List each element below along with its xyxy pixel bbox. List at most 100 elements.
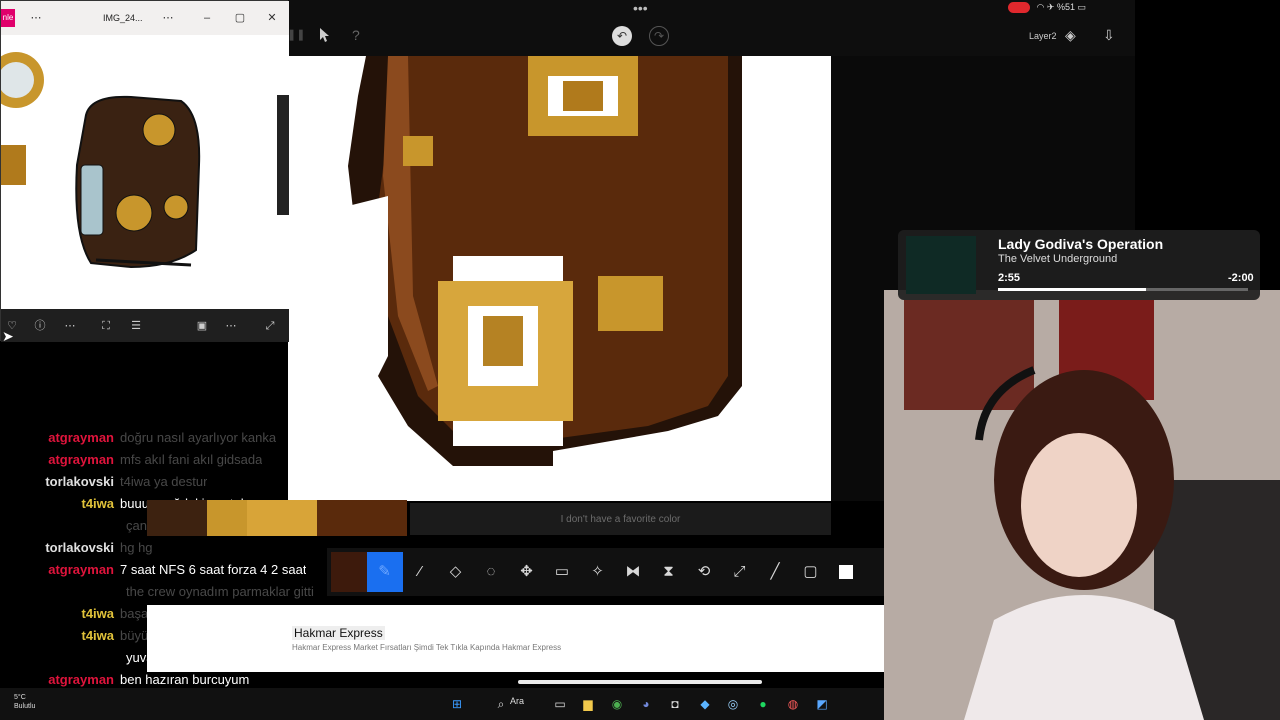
weather-widget[interactable]: 5°C Bulutlu — [14, 693, 35, 711]
app-badge: nle — [1, 9, 15, 27]
recording-indicator-icon — [1008, 2, 1030, 14]
screen: atgrayman doğru nasıl ayarlıyor kanka atgr… — [0, 0, 1280, 720]
photo-title: IMG_24... — [103, 13, 143, 23]
vscode-icon[interactable]: ◆ — [696, 696, 714, 712]
magic-wand-icon[interactable]: ✧ — [580, 552, 616, 592]
edit-icon[interactable]: ☰ — [129, 319, 143, 333]
weather-temp: 5°C — [14, 694, 26, 701]
elapsed-time: 2:55 — [998, 272, 1021, 284]
drawing-canvas[interactable] — [288, 56, 831, 501]
more-icon[interactable]: ⋯ — [63, 319, 77, 333]
pointer-icon[interactable] — [319, 27, 331, 43]
photos-titlebar: nle ⋯ IMG_24... ⋯ – ▢ ✕ — [1, 1, 289, 35]
more-icon[interactable]: ⋯ — [29, 11, 43, 25]
favorite-colors-bar: I don't have a favorite color — [410, 503, 831, 535]
photos-window: nle ⋯ IMG_24... ⋯ – ▢ ✕ ♡ ⓘ ⋯ ⛶ ☰ ▣ ⋯ ⤢ — [0, 0, 289, 342]
redo-button[interactable]: ↷ — [649, 26, 669, 46]
ad-banner[interactable]: Hakmar Express Hakmar Express Market Fır… — [147, 605, 884, 672]
layer-name[interactable]: Layer2 — [1029, 31, 1057, 41]
rectangle-icon[interactable]: ▢ — [793, 552, 829, 592]
maximize-icon[interactable]: ▢ — [233, 11, 247, 25]
expand-icon[interactable]: ⤢ — [263, 319, 277, 333]
wifi-icon: ◠ ✈ — [1036, 2, 1055, 12]
chat-username: atgrayman — [48, 562, 114, 577]
photos-bottombar: ♡ ⓘ ⋯ ⛶ ☰ ▣ ⋯ ⤢ — [1, 309, 289, 342]
search-label[interactable]: Ara — [510, 696, 524, 706]
flip-icon[interactable]: ⧓ — [615, 552, 651, 592]
move-icon[interactable]: ✥ — [509, 552, 545, 592]
eraser-icon[interactable]: ◇ — [438, 552, 474, 592]
chat-username: torlakovski — [45, 474, 114, 489]
more-dots-icon[interactable]: ••• — [633, 0, 648, 16]
crop-icon[interactable]: ⛶ — [99, 319, 113, 333]
select-rect-icon[interactable]: ▭ — [544, 552, 580, 592]
ad-subtitle: Hakmar Express Market Fırsatları Şimdi T… — [292, 643, 562, 652]
ad-title[interactable]: Hakmar Express — [292, 626, 385, 640]
webcam-feed — [884, 290, 1280, 720]
pause-icon[interactable]: ❚❚ — [287, 28, 305, 41]
close-icon[interactable]: ✕ — [265, 11, 279, 25]
info-icon[interactable]: ⓘ — [33, 319, 47, 333]
taskbar: 5°C Bulutlu ⊞ ⌕ Ara ▭ ▆ ◉ ◕ ◘ ◆ ◎ ● ◍ ◩ — [0, 688, 884, 720]
layers-icon[interactable]: ◈ — [1065, 27, 1076, 44]
color-swatch-icon[interactable] — [331, 552, 367, 592]
slideshow-icon[interactable]: ▣ — [195, 319, 209, 333]
chrome-icon[interactable]: ◉ — [608, 696, 626, 712]
chat-text: mfs akıl fani akıl gidsada — [120, 452, 263, 467]
chat-username: atgrayman — [48, 430, 114, 445]
eyedropper-icon[interactable]: ⁄ — [402, 552, 438, 592]
weather-text: Bulutlu — [14, 703, 36, 710]
spotify-icon[interactable]: ● — [754, 696, 772, 712]
lasso-icon[interactable]: ◌ — [473, 552, 509, 592]
fill-icon[interactable]: ⧗ — [651, 552, 687, 592]
remaining-time: -2:00 — [1228, 272, 1254, 284]
drawing-app-topbar: ? ❚❚ ↶ ↷ ••• Layer2 ◈ ⇩ — [147, 0, 1135, 56]
color-history-strip[interactable] — [147, 500, 407, 536]
discord-icon[interactable]: ◕ — [637, 696, 655, 712]
fullscreen-icon[interactable]: ⤢ — [722, 552, 758, 592]
pixel-art-backpack — [288, 56, 831, 501]
backpack-reference-image — [1, 35, 289, 309]
chat-username: t4iwa — [81, 496, 114, 511]
help-icon[interactable]: ? — [352, 27, 360, 43]
track-progress-fill — [998, 288, 1146, 291]
obs-icon[interactable]: ◍ — [784, 696, 802, 712]
transform-icon[interactable]: ⟲ — [686, 552, 722, 592]
webcam-image — [884, 290, 1280, 720]
chat-text: the crew oynadım parmaklar gitti — [126, 584, 314, 599]
chat-username: t4iwa — [81, 606, 114, 621]
camera-icon[interactable]: ◘ — [666, 696, 684, 712]
mouse-cursor: ➤ — [2, 328, 14, 344]
now-playing-widget: Lady Godiva's Operation The Velvet Under… — [898, 230, 1260, 300]
search-icon[interactable]: ⌕ — [492, 696, 510, 712]
favorite-color-text: I don't have a favorite color — [560, 513, 681, 525]
home-indicator[interactable] — [518, 680, 762, 684]
pencil-icon[interactable]: ✎ — [366, 552, 403, 592]
chat-username: t4iwa — [81, 628, 114, 643]
export-icon[interactable]: ⇩ — [1103, 27, 1115, 44]
chat-username: atgrayman — [48, 452, 114, 467]
white-swatch-icon[interactable] — [828, 552, 864, 592]
drawing-toolbar: ✎ ⁄ ◇ ◌ ✥ ▭ ✧ ⧓ ⧗ ⟲ ⤢ ╱ ▢ — [327, 548, 884, 596]
album-art — [906, 236, 976, 294]
more-icon[interactable]: ⋯ — [224, 319, 238, 333]
minimize-icon[interactable]: – — [200, 11, 214, 25]
battery-text: %51 — [1056, 2, 1075, 12]
windows-start-icon[interactable]: ⊞ — [448, 696, 466, 712]
line-icon[interactable]: ╱ — [757, 552, 793, 592]
track-title: Lady Godiva's Operation — [998, 236, 1164, 252]
undo-button[interactable]: ↶ — [612, 26, 632, 46]
drawing-app-icon[interactable]: ◩ — [813, 696, 831, 712]
battery-icon: ▭ — [1077, 2, 1086, 12]
chat-message: atgrayman 7 saat NFS 6 saat forza 4 2 saa… — [0, 562, 360, 584]
photo-viewer — [1, 35, 289, 309]
file-explorer-icon[interactable]: ▆ — [579, 696, 597, 712]
task-view-icon[interactable]: ▭ — [551, 696, 569, 712]
track-progress-bar — [998, 288, 1248, 291]
chat-text: 7 saat NFS 6 saat forza 4 2 saat — [120, 562, 307, 577]
more-options-icon[interactable]: ⋯ — [161, 11, 175, 25]
steam-icon[interactable]: ◎ — [724, 696, 742, 712]
chat-text: hg hg — [120, 540, 153, 555]
status-bar: ◠ ✈ %51 ▭ — [1008, 2, 1086, 14]
chat-username: torlakovski — [45, 540, 114, 555]
